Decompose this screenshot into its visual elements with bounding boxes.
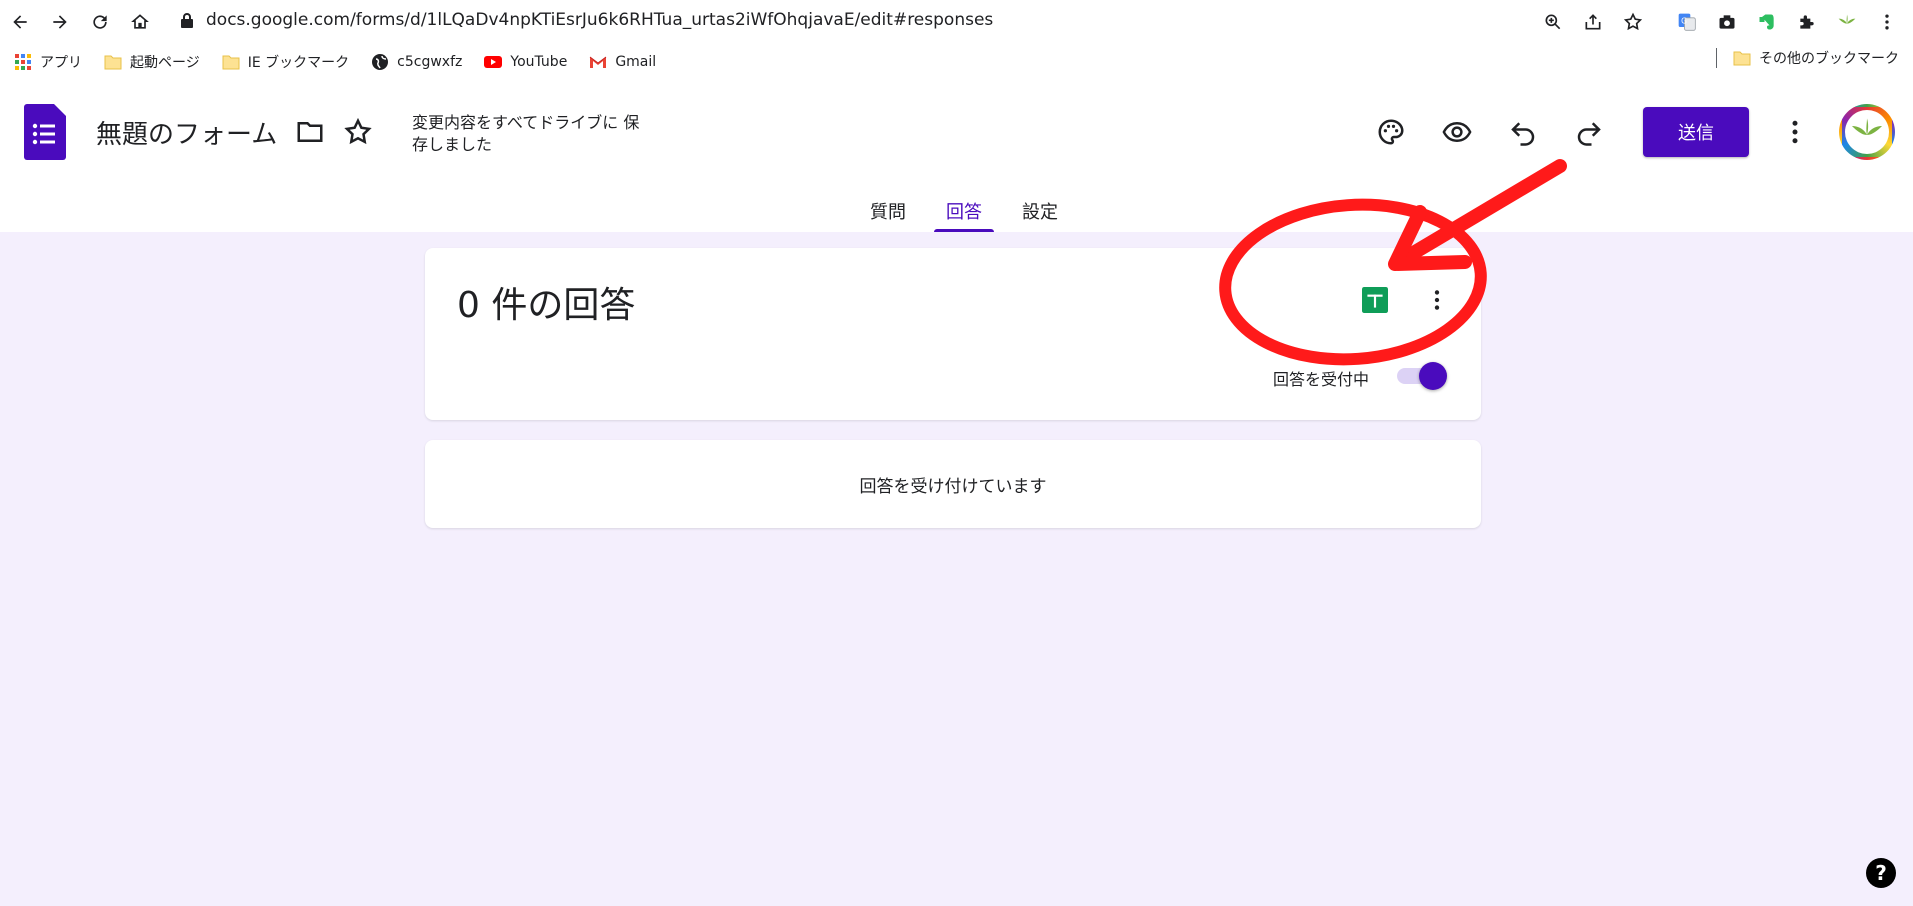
undo-button[interactable]: [1499, 108, 1547, 156]
folder-icon: [1733, 49, 1751, 67]
accepting-responses-toggle[interactable]: [1395, 362, 1447, 390]
folder-icon: [104, 53, 122, 71]
bamboo-leaf-icon: [1852, 118, 1882, 135]
bookmark-label: アプリ: [40, 55, 82, 71]
question-mark-icon: ?: [1875, 861, 1887, 885]
folder-outline-icon: [297, 122, 323, 142]
status-message: 回答を受け付けています: [859, 476, 1047, 497]
forward-button[interactable]: [40, 2, 80, 42]
back-button[interactable]: [0, 2, 40, 42]
tab-questions[interactable]: 質問: [858, 190, 918, 232]
tab-responses[interactable]: 回答: [934, 190, 994, 232]
apps-grid-icon: [14, 53, 32, 71]
forms-logo-icon[interactable]: [24, 104, 66, 160]
tab-label: 質問: [870, 202, 906, 223]
globe-icon: [371, 53, 389, 71]
bookmark-gmail[interactable]: Gmail: [585, 48, 660, 76]
bookmark-c5cgwxfz[interactable]: c5cgwxfz: [367, 48, 466, 76]
undo-icon: [1511, 122, 1535, 146]
browser-chrome: docs.google.com/forms/d/1lLQaDv4npKTiEsr…: [0, 0, 1913, 84]
gmail-icon: [589, 53, 607, 71]
forms-header: 無題のフォーム 変更内容をすべてドライブに 保存しました 送信 質問 回答 設定: [0, 84, 1913, 232]
other-bookmarks-label: その他のブックマーク: [1759, 51, 1899, 67]
folder-icon: [222, 53, 240, 71]
more-options-button[interactable]: [1771, 108, 1819, 156]
url-text: docs.google.com/forms/d/1lLQaDv4npKTiEsr…: [206, 10, 994, 30]
camera-icon: [1719, 15, 1735, 29]
accepting-responses-label: 回答を受付中: [1273, 370, 1370, 389]
header-actions: 送信: [1349, 102, 1913, 162]
bookmark-startup-page[interactable]: 起動ページ: [100, 48, 204, 76]
browser-menu-button[interactable]: [1871, 6, 1903, 38]
other-bookmarks[interactable]: その他のブックマーク: [1716, 48, 1899, 68]
customize-theme-button[interactable]: [1367, 108, 1415, 156]
home-icon: [131, 14, 149, 29]
share-icon: [1585, 14, 1601, 30]
move-to-folder-button[interactable]: [290, 112, 330, 152]
tab-settings[interactable]: 設定: [1010, 190, 1070, 232]
preview-button[interactable]: [1433, 108, 1481, 156]
responses-status-card: 回答を受け付けています: [425, 440, 1481, 528]
svg-text:G: G: [1681, 17, 1687, 26]
bookmark-label: c5cgwxfz: [397, 54, 463, 70]
lock-icon: [181, 13, 193, 28]
form-tabs: 質問 回答 設定: [0, 190, 1913, 232]
kebab-menu-icon: [1434, 290, 1440, 310]
bookmark-label: Gmail: [615, 54, 657, 70]
bookmark-label: YouTube: [510, 54, 568, 70]
help-button[interactable]: ?: [1866, 858, 1896, 888]
link-to-sheets-button[interactable]: [1353, 278, 1397, 322]
share-button[interactable]: [1577, 6, 1609, 38]
extensions-button[interactable]: [1791, 6, 1823, 38]
toggle-knob: [1419, 362, 1447, 390]
profile-button[interactable]: [1831, 6, 1863, 38]
bookmarks-bar: アプリ 起動ページ IE ブックマーク c5cgwxfz YouTube Gma…: [0, 46, 1913, 78]
arrow-left-icon: [13, 15, 27, 29]
bookmark-apps[interactable]: アプリ: [10, 48, 86, 76]
eye-icon: [1442, 121, 1472, 143]
home-button[interactable]: [120, 2, 160, 42]
google-sheets-icon: [1362, 287, 1388, 313]
form-title[interactable]: 無題のフォーム: [96, 114, 277, 151]
zoom-button[interactable]: [1537, 6, 1569, 38]
puzzle-icon: [1800, 15, 1814, 29]
reload-button[interactable]: [80, 2, 120, 42]
bamboo-leaf-icon: [1838, 14, 1856, 24]
bookmark-ie-bookmarks[interactable]: IE ブックマーク: [218, 48, 353, 76]
redo-icon: [1577, 122, 1601, 146]
bookmark-star-button[interactable]: [1617, 6, 1649, 38]
star-outline-icon: [1623, 12, 1643, 31]
address-bar-row: docs.google.com/forms/d/1lLQaDv4npKTiEsr…: [0, 0, 1913, 44]
reload-icon: [93, 15, 107, 29]
youtube-icon: [484, 53, 503, 71]
redo-button[interactable]: [1565, 108, 1613, 156]
screenshot-extension[interactable]: [1711, 6, 1743, 38]
star-form-button[interactable]: [338, 112, 378, 152]
arrow-right-icon: [53, 15, 67, 29]
url-field[interactable]: docs.google.com/forms/d/1lLQaDv4npKTiEsr…: [180, 10, 993, 30]
bookmark-label: 起動ページ: [130, 55, 200, 71]
evernote-extension[interactable]: [1751, 6, 1783, 38]
star-outline-icon: [344, 117, 372, 145]
response-count: 0 件の回答: [457, 285, 636, 326]
tab-label: 回答: [946, 202, 982, 223]
save-status-text: 変更内容をすべてドライブに 保存しました: [412, 113, 640, 154]
bookmarks-separator: [1716, 48, 1717, 68]
kebab-menu-icon: [1885, 14, 1889, 30]
responses-more-button[interactable]: [1415, 278, 1459, 322]
send-button[interactable]: 送信: [1643, 107, 1749, 157]
google-translate-icon: G: [1678, 13, 1696, 31]
bookmark-label: IE ブックマーク: [247, 55, 350, 71]
responses-summary-card: 0 件の回答 回答を受付中: [425, 248, 1481, 420]
tab-label: 設定: [1022, 202, 1058, 223]
bookmark-youtube[interactable]: YouTube: [480, 48, 571, 76]
browser-toolbar-right: G: [1537, 6, 1903, 38]
avatar-image: [1845, 110, 1889, 154]
palette-icon: [1378, 119, 1404, 145]
zoom-in-icon: [1545, 14, 1561, 30]
kebab-menu-icon: [1792, 120, 1798, 144]
evernote-icon: [1759, 14, 1774, 30]
translate-extension[interactable]: G: [1671, 6, 1703, 38]
account-avatar[interactable]: [1839, 104, 1895, 160]
